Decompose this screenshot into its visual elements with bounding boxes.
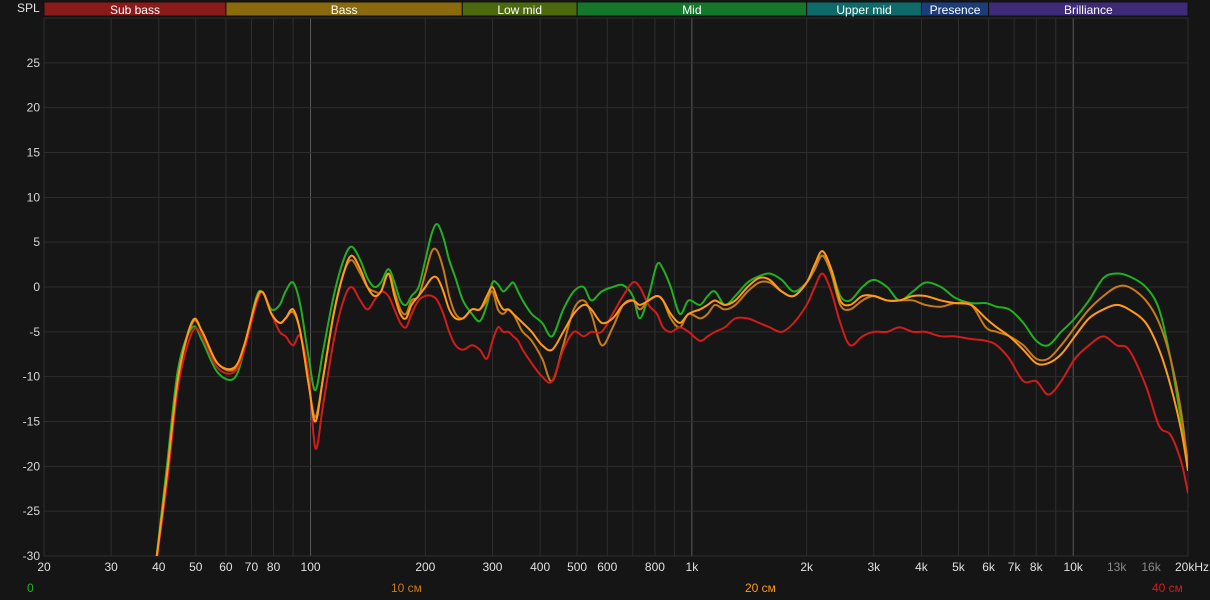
frequency-band-bar: Sub bass Bass Low mid Mid Upper mid Presence B… [43, 1, 1189, 17]
band-label: Presence [930, 3, 981, 17]
band-label: Upper mid [836, 3, 891, 17]
x-tick-label: 7k [1008, 560, 1022, 574]
x-tick-label: 800 [645, 560, 665, 574]
legend-item: 20 см [745, 581, 776, 595]
x-tick-label: 1k [686, 560, 700, 574]
legend-item: 40 см [1152, 581, 1183, 595]
y-tick-label: 25 [27, 56, 41, 70]
x-tick-label: 16k [1141, 560, 1161, 574]
y-tick-label: -20 [23, 459, 41, 473]
y-tick-label: 20 [27, 101, 41, 115]
band-label: Mid [682, 3, 701, 17]
x-tick-label: 4k [915, 560, 929, 574]
band-label: Brilliance [1064, 3, 1113, 17]
y-axis-title: SPL [17, 1, 40, 15]
x-tick-label: 200 [415, 560, 435, 574]
frequency-response-chart: Sub bass Bass Low mid Mid Upper mid Presence B… [0, 0, 1210, 600]
x-tick-label: 50 [189, 560, 203, 574]
legend-item: 10 см [391, 581, 422, 595]
y-tick-label: -15 [23, 415, 41, 429]
x-tick-label: 60 [219, 560, 233, 574]
x-tick-label: 6k [982, 560, 996, 574]
y-tick-label: -25 [23, 504, 41, 518]
y-tick-label: 15 [27, 146, 41, 160]
y-tick-label: 5 [33, 235, 40, 249]
x-tick-label: 20 [37, 560, 51, 574]
x-tick-label: 5k [952, 560, 966, 574]
x-tick-label: 400 [530, 560, 550, 574]
y-tick-label: -5 [29, 325, 40, 339]
legend-item: 0 [27, 581, 34, 595]
band-label: Low mid [497, 3, 542, 17]
x-tick-label: 80 [267, 560, 281, 574]
x-tick-label: 10k [1064, 560, 1084, 574]
x-tick-label: 8k [1030, 560, 1044, 574]
y-tick-label: 0 [33, 280, 40, 294]
x-tick-label: 100 [301, 560, 321, 574]
x-tick-label: 300 [482, 560, 502, 574]
x-tick-label: 20kHz [1175, 560, 1209, 574]
x-tick-label: 13k [1107, 560, 1127, 574]
x-tick-label: 30 [104, 560, 118, 574]
x-tick-label: 500 [567, 560, 587, 574]
x-tick-label: 40 [152, 560, 166, 574]
x-tick-label: 70 [245, 560, 259, 574]
x-tick-label: 600 [597, 560, 617, 574]
y-tick-label: -10 [23, 370, 41, 384]
x-tick-label: 3k [867, 560, 881, 574]
band-label: Sub bass [110, 3, 160, 17]
band-label: Bass [331, 3, 358, 17]
x-tick-label: 2k [800, 560, 814, 574]
y-tick-label: 10 [27, 190, 41, 204]
